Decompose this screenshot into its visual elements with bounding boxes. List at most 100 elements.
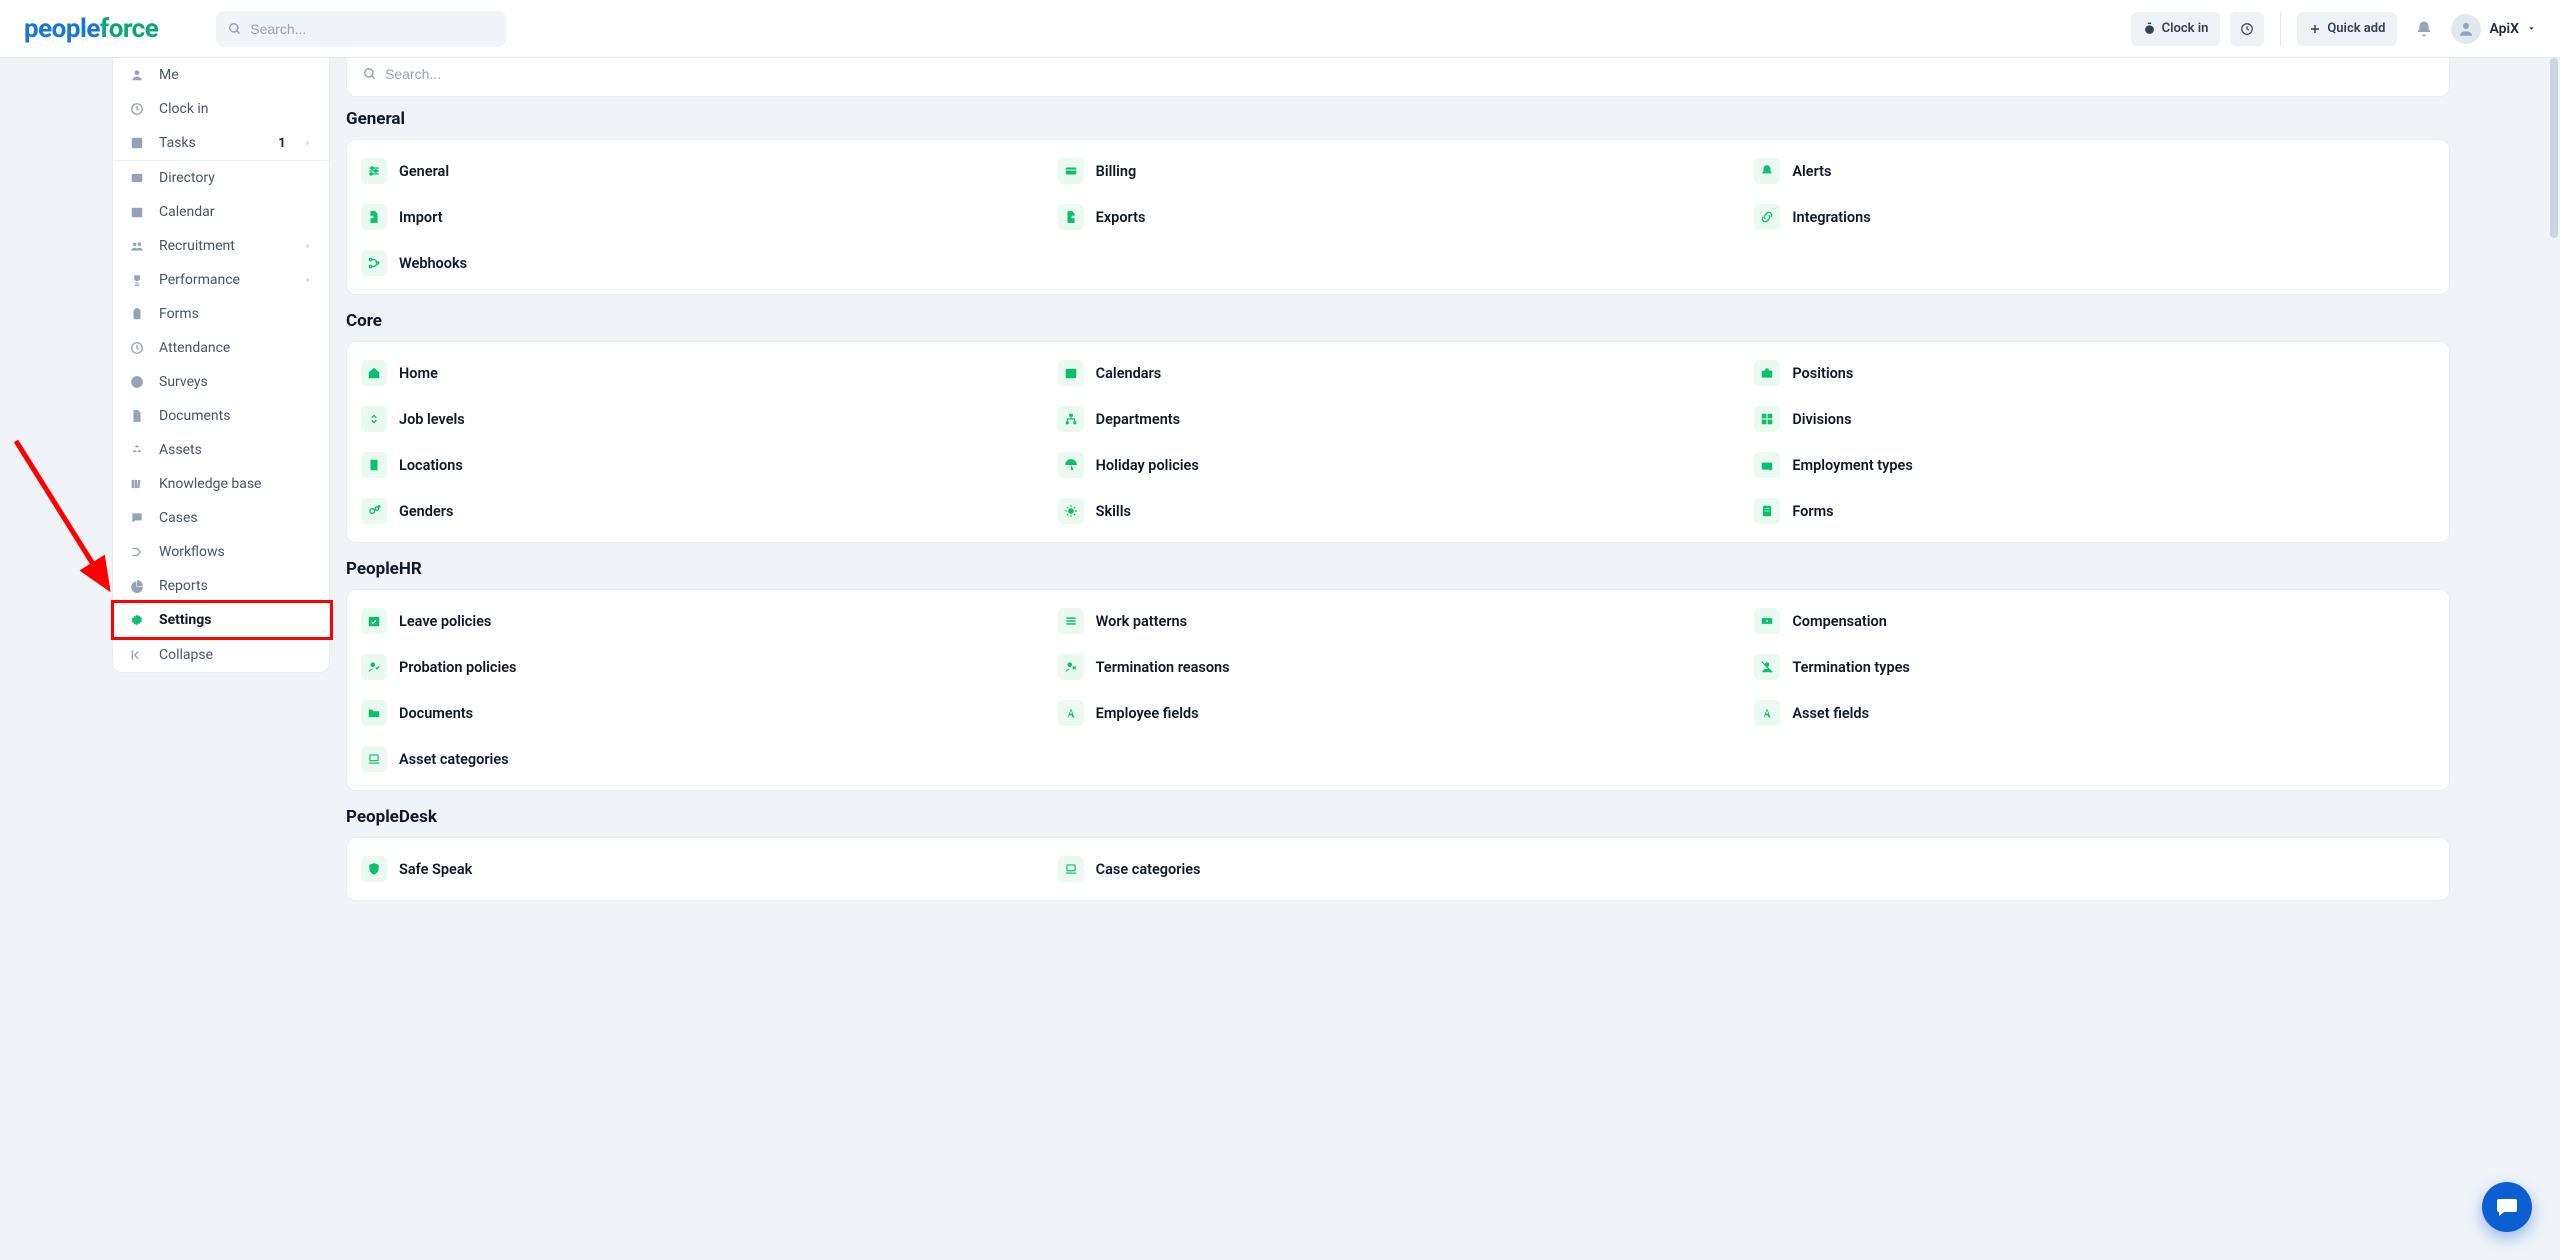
building-icon <box>361 452 387 478</box>
quickadd-label: Quick add <box>2327 21 2385 36</box>
user-check-icon <box>361 654 387 680</box>
sidebar-item-surveys[interactable]: Surveys <box>113 365 329 399</box>
sidebar-item-label: Workflows <box>159 544 313 560</box>
cubes-icon <box>129 443 145 457</box>
settings-tile-employment-types[interactable]: Employment types <box>1750 444 2439 486</box>
settings-tile-forms[interactable]: Forms <box>1750 490 2439 532</box>
sidebar-item-settings[interactable]: Settings <box>113 603 329 637</box>
sidebar-item-cases[interactable]: Cases <box>113 501 329 535</box>
clockin-button[interactable]: Clock in <box>2131 12 2221 46</box>
settings-tile-label: Termination reasons <box>1096 659 1230 676</box>
briefcase-icon <box>1754 360 1780 386</box>
font-icon <box>1754 700 1780 726</box>
global-search-input[interactable] <box>250 21 494 37</box>
laptop-icon <box>361 746 387 772</box>
sidebar-item-reports[interactable]: Reports <box>113 569 329 603</box>
settings-tile-label: Work patterns <box>1096 613 1187 630</box>
chevron-right-icon <box>303 138 313 148</box>
laptop-icon <box>1058 856 1084 882</box>
settings-tile-general[interactable]: General <box>357 150 1046 192</box>
scrollbar-track[interactable] <box>2548 58 2560 1260</box>
settings-search-panel <box>346 58 2450 97</box>
credit-card-icon <box>1058 158 1084 184</box>
user-menu[interactable]: ApiX <box>2451 14 2536 44</box>
settings-tile-genders[interactable]: Genders <box>357 490 1046 532</box>
sidebar-item-forms[interactable]: Forms <box>113 297 329 331</box>
sidebar-item-workflows[interactable]: Workflows <box>113 535 329 569</box>
settings-tile-alerts[interactable]: Alerts <box>1750 150 2439 192</box>
settings-card: Safe Speak Case categories <box>346 837 2450 901</box>
settings-tile-work-patterns[interactable]: Work patterns <box>1054 600 1743 642</box>
sidebar-item-performance[interactable]: Performance <box>113 263 329 297</box>
sidebar-item-clock-in[interactable]: Clock in <box>113 92 329 126</box>
heart-circle-icon <box>129 375 145 389</box>
settings-tile-label: Documents <box>399 705 473 722</box>
settings-tile-billing[interactable]: Billing <box>1054 150 1743 192</box>
settings-tile-label: Asset fields <box>1792 705 1869 722</box>
sidebar-item-knowledge-base[interactable]: Knowledge base <box>113 467 329 501</box>
settings-tile-termination-reasons[interactable]: Termination reasons <box>1054 646 1743 688</box>
logo[interactable]: peopleforce <box>24 14 158 44</box>
settings-tile-webhooks[interactable]: Webhooks <box>357 242 1046 284</box>
sidebar-item-documents[interactable]: Documents <box>113 399 329 433</box>
calendar-icon <box>129 205 145 219</box>
settings-tile-skills[interactable]: Skills <box>1054 490 1743 532</box>
settings-tile-departments[interactable]: Departments <box>1054 398 1743 440</box>
sidebar-item-label: Reports <box>159 578 313 594</box>
settings-tile-documents[interactable]: Documents <box>357 692 1046 734</box>
sidebar-item-calendar[interactable]: Calendar <box>113 195 329 229</box>
sidebar-item-me[interactable]: Me <box>113 58 329 92</box>
settings-tile-calendars[interactable]: Calendars <box>1054 352 1743 394</box>
collapse-icon <box>129 648 145 662</box>
settings-tile-divisions[interactable]: Divisions <box>1750 398 2439 440</box>
clock-history-button[interactable] <box>2230 12 2264 46</box>
clock-icon <box>129 102 145 116</box>
logo-part2: force <box>100 14 158 44</box>
settings-tile-integrations[interactable]: Integrations <box>1750 196 2439 238</box>
sidebar-item-directory[interactable]: Directory <box>113 161 329 195</box>
settings-tile-label: Holiday policies <box>1096 457 1199 474</box>
notifications-button[interactable] <box>2407 20 2441 38</box>
settings-tile-locations[interactable]: Locations <box>357 444 1046 486</box>
sidebar-badge: 1 <box>275 136 289 151</box>
folder-icon <box>361 700 387 726</box>
settings-card: Leave policies Work patterns Compensatio… <box>346 589 2450 791</box>
settings-tile-asset-categories[interactable]: Asset categories <box>357 738 1046 780</box>
sitemap-icon <box>1058 406 1084 432</box>
scrollbar-thumb[interactable] <box>2550 58 2558 238</box>
chat-help-button[interactable] <box>2482 1182 2532 1232</box>
settings-tile-positions[interactable]: Positions <box>1750 352 2439 394</box>
settings-tile-exports[interactable]: Exports <box>1054 196 1743 238</box>
user-name: ApiX <box>2489 21 2519 37</box>
settings-tile-leave-policies[interactable]: Leave policies <box>357 600 1046 642</box>
user-slash-icon <box>1754 654 1780 680</box>
chevron-right-icon <box>303 241 313 251</box>
quickadd-button[interactable]: Quick add <box>2297 12 2397 46</box>
settings-tile-employee-fields[interactable]: Employee fields <box>1054 692 1743 734</box>
sidebar-item-label: Forms <box>159 306 313 322</box>
sidebar-item-recruitment[interactable]: Recruitment <box>113 229 329 263</box>
settings-tile-compensation[interactable]: Compensation <box>1750 600 2439 642</box>
settings-tile-home[interactable]: Home <box>357 352 1046 394</box>
chevron-down-icon <box>2527 24 2536 33</box>
settings-tile-job-levels[interactable]: Job levels <box>357 398 1046 440</box>
settings-card: Home Calendars Positions Job levels Depa… <box>346 341 2450 543</box>
settings-tile-case-categories[interactable]: Case categories <box>1054 848 1743 890</box>
sidebar: Me Clock in Tasks 1 Directory Calendar R… <box>112 58 330 673</box>
settings-tile-probation-policies[interactable]: Probation policies <box>357 646 1046 688</box>
settings-tile-termination-types[interactable]: Termination types <box>1750 646 2439 688</box>
sidebar-item-collapse[interactable]: Collapse <box>113 638 329 672</box>
settings-tile-import[interactable]: Import <box>357 196 1046 238</box>
settings-tile-holiday-policies[interactable]: Holiday policies <box>1054 444 1743 486</box>
settings-tile-label: Asset categories <box>399 751 509 768</box>
chevron-right-icon <box>303 275 313 285</box>
sidebar-item-tasks[interactable]: Tasks 1 <box>113 126 329 160</box>
settings-tile-asset-fields[interactable]: Asset fields <box>1750 692 2439 734</box>
sidebar-item-assets[interactable]: Assets <box>113 433 329 467</box>
settings-search-input[interactable] <box>385 66 2433 82</box>
settings-tile-label: Alerts <box>1792 163 1831 180</box>
sidebar-item-attendance[interactable]: Attendance <box>113 331 329 365</box>
settings-tile-label: Locations <box>399 457 463 474</box>
settings-tile-safe-speak[interactable]: Safe Speak <box>357 848 1046 890</box>
global-search[interactable] <box>216 11 506 47</box>
